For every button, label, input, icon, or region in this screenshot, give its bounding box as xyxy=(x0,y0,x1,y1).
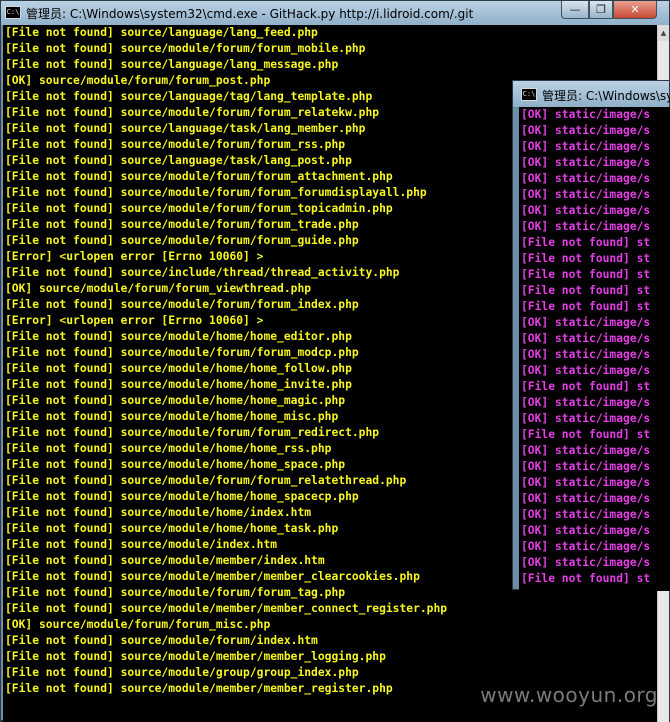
console-line: [OK] static/image/s xyxy=(521,172,651,185)
console-line: [File not found] st xyxy=(521,300,651,313)
cmd-icon: C:\ xyxy=(521,88,537,101)
console-line: [File not found] st xyxy=(521,252,651,265)
second-cmd-window[interactable]: C:\ 管理员: C:\Windows\sys [OK] static/imag… xyxy=(512,80,670,591)
console-line: [File not found] source/module/member/me… xyxy=(5,650,386,663)
second-console-output[interactable]: [OK] static/image/s [OK] static/image/s [O… xyxy=(519,107,670,591)
console-line: [OK] static/image/s xyxy=(521,220,651,233)
console-line: [File not found] source/module/forum/for… xyxy=(5,42,366,55)
console-line: [File not found] st xyxy=(521,236,651,249)
main-window-title: 管理员: C:\Windows\system32\cmd.exe - GitHa… xyxy=(26,7,474,21)
console-line: [OK] static/image/s xyxy=(521,124,651,137)
console-line: [OK] static/image/s xyxy=(521,412,651,425)
console-line: [OK] static/image/s xyxy=(521,540,651,553)
console-line: [File not found] source/language/lang_fe… xyxy=(5,26,318,39)
console-line: [OK] static/image/s xyxy=(521,332,651,345)
watermark: www.wooyun.org xyxy=(480,683,658,707)
scroll-up-arrow-icon[interactable]: ▲ xyxy=(658,25,669,41)
console-line: [OK] static/image/s xyxy=(521,316,651,329)
console-line: [OK] static/image/s xyxy=(521,348,651,361)
minimize-button[interactable]: — xyxy=(561,1,589,19)
console-line: [OK] static/image/s xyxy=(521,364,651,377)
cmd-icon: C:\ xyxy=(5,6,21,19)
console-line: [OK] static/image/s xyxy=(521,524,651,537)
console-line: [File not found] st xyxy=(521,284,651,297)
console-line: [File not found] source/module/forum/ind… xyxy=(5,634,318,647)
console-line: [File not found] st xyxy=(521,268,651,281)
console-line: [OK] source/module/forum/forum_misc.php xyxy=(5,618,271,631)
console-line: [OK] static/image/s xyxy=(521,492,651,505)
maximize-button[interactable]: ❐ xyxy=(589,1,613,19)
console-line: [OK] static/image/s xyxy=(521,204,651,217)
console-line: [OK] static/image/s xyxy=(521,476,651,489)
console-line: [File not found] st xyxy=(521,572,651,585)
console-line: [OK] static/image/s xyxy=(521,508,651,521)
console-line: [OK] static/image/s xyxy=(521,108,651,121)
console-line: [File not found] st xyxy=(521,428,651,441)
console-line: [File not found] st xyxy=(521,380,651,393)
second-window-title: 管理员: C:\Windows\sys xyxy=(542,89,670,103)
console-line: [OK] static/image/s xyxy=(521,188,651,201)
console-line: [OK] static/image/s xyxy=(521,556,651,569)
console-line: [File not found] source/module/member/me… xyxy=(5,602,448,615)
second-title-bar[interactable]: C:\ 管理员: C:\Windows\sys xyxy=(513,81,670,107)
console-line: [OK] static/image/s xyxy=(521,396,651,409)
console-line: [File not found] source/module/group/gro… xyxy=(5,666,359,679)
console-line: [OK] static/image/s xyxy=(521,460,651,473)
console-line: [OK] static/image/s xyxy=(521,156,651,169)
close-button[interactable]: ✕ xyxy=(613,1,657,19)
console-line: [File not found] source/language/lang_me… xyxy=(5,58,339,71)
console-line: [OK] static/image/s xyxy=(521,140,651,153)
console-line: [OK] static/image/s xyxy=(521,444,651,457)
